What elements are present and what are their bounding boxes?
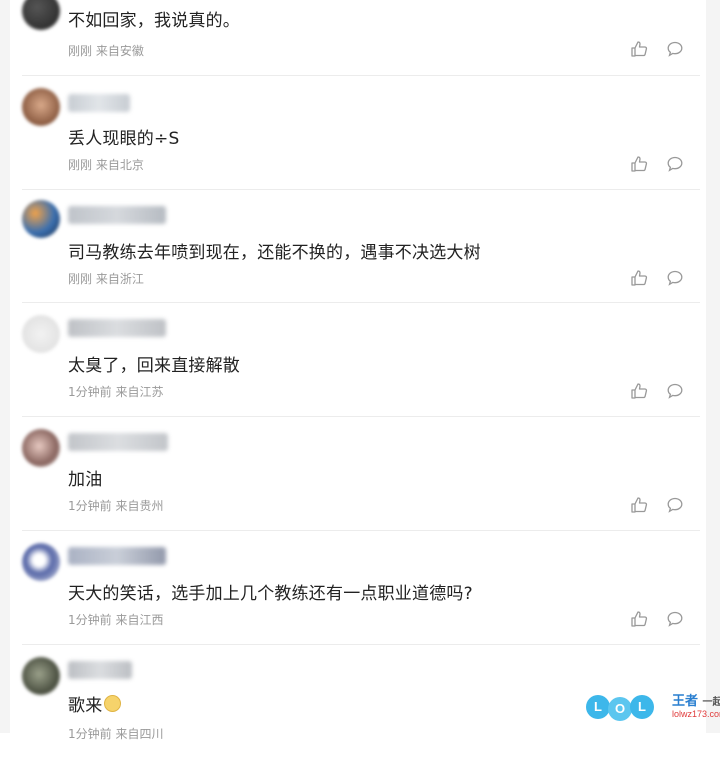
- thumbs-up-icon[interactable]: [630, 40, 648, 58]
- comment-item: 太臭了，回来直接解散 1分钟前 来自江苏: [0, 303, 720, 417]
- avatar[interactable]: [22, 543, 60, 581]
- comment-bubble-icon[interactable]: [666, 269, 684, 287]
- watermark-logo-letter: L: [586, 695, 610, 719]
- comment-text: 丢人现眼的÷S: [68, 129, 180, 149]
- watermark-brand: 王者 一起上: [672, 690, 720, 709]
- comment-meta: 1分钟前 来自江西: [68, 613, 164, 627]
- comment-item: 不如回家，我说真的。 刚刚 来自安徽: [0, 0, 720, 58]
- comment-meta: 刚刚 来自浙江: [68, 272, 144, 286]
- username[interactable]: [68, 547, 166, 565]
- thumbs-up-icon[interactable]: [630, 269, 648, 287]
- comment-text: 太臭了，回来直接解散: [68, 356, 240, 376]
- comment-text-value: 歌来: [68, 696, 103, 716]
- comment-item: 加油 1分钟前 来自贵州: [0, 417, 720, 531]
- username[interactable]: [68, 206, 166, 224]
- watermark-url: lolwz173.com: [672, 709, 720, 719]
- emoji-icon: [104, 695, 122, 712]
- comment-text: 加油: [68, 470, 103, 490]
- watermark-brand-text: 王者: [672, 694, 699, 709]
- site-watermark: L O L 王者 一起上 lolwz173.com: [586, 689, 720, 727]
- thumbs-up-icon[interactable]: [630, 610, 648, 628]
- thumbs-up-icon[interactable]: [630, 496, 648, 514]
- username[interactable]: [68, 661, 132, 679]
- comment-meta: 1分钟前 来自贵州: [68, 499, 164, 513]
- username[interactable]: [68, 94, 130, 112]
- avatar[interactable]: [22, 429, 60, 467]
- username[interactable]: [68, 433, 168, 451]
- comment-item: 天大的笑话，选手加上几个教练还有一点职业道德吗? 1分钟前 来自江西: [0, 531, 720, 645]
- avatar[interactable]: [22, 315, 60, 353]
- comment-text: 不如回家，我说真的。: [68, 11, 240, 31]
- avatar[interactable]: [22, 88, 60, 126]
- watermark-tagline: 一起上: [702, 697, 720, 708]
- watermark-logo-letter: L: [630, 695, 654, 719]
- comment-item: 司马教练去年喷到现在，还能不换的，遇事不决选大树 刚刚 来自浙江: [0, 190, 720, 304]
- comment-bubble-icon[interactable]: [666, 496, 684, 514]
- avatar[interactable]: [22, 657, 60, 695]
- comment-meta: 1分钟前 来自江苏: [68, 385, 164, 399]
- comment-text: 司马教练去年喷到现在，还能不换的，遇事不决选大树: [68, 243, 481, 263]
- comment-meta: 1分钟前 来自四川: [68, 727, 164, 741]
- comment-feed: 不如回家，我说真的。 刚刚 来自安徽 丢人现眼的÷S 刚刚 来自北京 司马教练去…: [0, 0, 720, 741]
- comment-meta: 刚刚 来自安徽: [68, 44, 144, 58]
- comment-text: 天大的笑话，选手加上几个教练还有一点职业道德吗?: [68, 584, 473, 604]
- comment-item: 丢人现眼的÷S 刚刚 来自北京: [0, 76, 720, 190]
- comment-bubble-icon[interactable]: [666, 382, 684, 400]
- comment-text: 歌来: [68, 691, 122, 716]
- watermark-logo-letter: O: [608, 697, 632, 721]
- comment-bubble-icon[interactable]: [666, 155, 684, 173]
- username[interactable]: [68, 319, 166, 337]
- thumbs-up-icon[interactable]: [630, 382, 648, 400]
- comment-bubble-icon[interactable]: [666, 40, 684, 58]
- avatar[interactable]: [22, 200, 60, 238]
- thumbs-up-icon[interactable]: [630, 155, 648, 173]
- avatar[interactable]: [22, 0, 60, 30]
- comment-bubble-icon[interactable]: [666, 610, 684, 628]
- comment-meta: 刚刚 来自北京: [68, 158, 144, 172]
